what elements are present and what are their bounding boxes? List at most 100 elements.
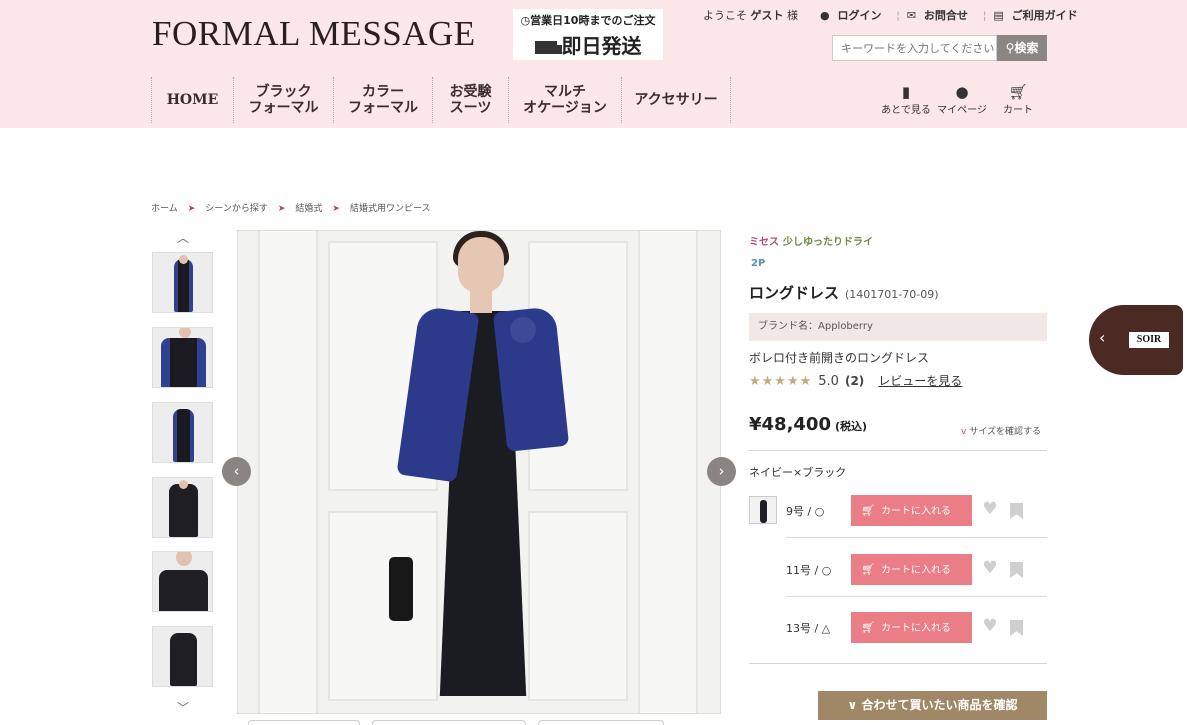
chevron-left-icon: ‹: [233, 462, 240, 480]
shipping-main: 即日発送: [561, 34, 642, 58]
tag-misses: ミセス: [749, 237, 779, 248]
cart-icon: 🛒︎: [1008, 83, 1028, 101]
product-code: (1401701-70-09): [845, 288, 939, 301]
nav-exam-suits[interactable]: お受験 スーツ: [432, 77, 508, 123]
size-label: 13号 / △: [786, 622, 831, 635]
brand-name[interactable]: ブランド名：Apploberry: [749, 313, 1047, 341]
search-button[interactable]: ⚲検索: [997, 35, 1047, 61]
product-tags: ミセス 少しゆったりドライ: [749, 233, 873, 248]
side-banner-tab[interactable]: ‹ SOIR: [1089, 305, 1183, 375]
cart-button[interactable]: 🛒︎ カート: [990, 83, 1046, 116]
breadcrumb-wedding[interactable]: 結婚式: [295, 204, 322, 214]
background-door-panel: [258, 231, 318, 713]
thumbnail-1[interactable]: [152, 252, 213, 313]
cart-icon: 🛒︎: [861, 621, 875, 634]
divider: [749, 663, 1047, 664]
add-to-cart-button[interactable]: 🛒︎ カートに入れる: [851, 612, 972, 643]
later-button[interactable]: ▮ あとで見る: [878, 83, 934, 116]
add-to-cart-button[interactable]: 🛒︎ カートに入れる: [851, 554, 972, 585]
nav-color-formal[interactable]: カラー フォーマル: [333, 77, 432, 123]
prev-image-button[interactable]: ‹: [222, 457, 251, 486]
color-name: ネイビー×ブラック: [749, 466, 847, 479]
divider: [786, 537, 1047, 538]
thumb-scroll-down-icon[interactable]: ﹀: [174, 699, 192, 715]
main-nav: HOME ブラック フォーマル カラー フォーマル お受験 スーツ マルチ オケ…: [151, 77, 731, 123]
favorite-heart-icon[interactable]: ♥: [981, 616, 999, 636]
breadcrumb-separator-icon: ➤: [187, 204, 196, 214]
price: ¥48,400 (税込): [749, 414, 868, 435]
breadcrumb: ホーム ➤ シーンから探す ➤ 結婚式 ➤ 結婚式用ワンピース: [151, 201, 431, 214]
guide-link[interactable]: ▤ ご利用ガイド: [993, 9, 1081, 22]
bottom-tab[interactable]: [372, 720, 526, 725]
soir-logo: SOIR: [1129, 332, 1169, 348]
mypage-button[interactable]: ● マイページ: [934, 83, 990, 116]
chevron-left-icon: ‹: [1099, 328, 1106, 347]
model-clutch-bag: [389, 557, 413, 621]
user-icon: ●: [820, 9, 830, 22]
shipping-note: 営業日10時までのご注文: [530, 14, 656, 27]
background-door-panel: [638, 231, 698, 713]
bottom-tab[interactable]: [538, 720, 664, 725]
search-input[interactable]: [832, 35, 997, 61]
size-check-link[interactable]: v サイズを確認する: [961, 424, 1041, 437]
chevron-down-icon: ∨: [847, 698, 862, 712]
rating-stars-icon: ★★★★★: [749, 374, 813, 389]
nav-black-formal[interactable]: ブラック フォーマル: [233, 77, 333, 123]
related-items-button[interactable]: ∨ 合わせて買いたい商品を確認: [818, 691, 1047, 720]
size-label: 11号 / ○: [786, 564, 832, 577]
tax-label: (税込): [834, 420, 868, 433]
tag-style: 少しゆったりドライ: [783, 237, 873, 248]
color-swatch[interactable]: [749, 496, 777, 524]
product-title: ロングドレス (1401701-70-09): [749, 284, 939, 302]
chevron-right-icon: ›: [718, 462, 725, 480]
tag-2p: 2P: [751, 258, 766, 269]
mail-icon: ✉: [906, 9, 917, 22]
contact-link[interactable]: ✉ お問合せ: [907, 9, 972, 22]
site-logo[interactable]: FORMAL MESSAGE: [152, 14, 476, 54]
truck-icon: [534, 41, 562, 54]
bookmark-icon[interactable]: [1010, 503, 1023, 519]
cart-icon: 🛒︎: [861, 504, 875, 517]
nav-home[interactable]: HOME: [151, 77, 233, 123]
divider: ¦: [896, 9, 901, 22]
thumbnail-5[interactable]: [152, 551, 213, 612]
model-face: [458, 237, 504, 293]
thumb-scroll-up-icon[interactable]: ︿: [174, 229, 192, 245]
product-main-image[interactable]: [237, 230, 721, 714]
nav-multi-occasion[interactable]: マルチ オケージョン: [508, 77, 621, 123]
product-description: ボレロ付き前開きのロングドレス: [749, 351, 930, 365]
breadcrumb-current: 結婚式用ワンピース: [349, 204, 431, 214]
next-image-button[interactable]: ›: [707, 457, 736, 486]
thumbnail-3[interactable]: [152, 402, 213, 463]
same-day-shipping-banner[interactable]: ◷営業日10時までのご注文 即日発送: [513, 9, 663, 60]
thumbnail-2[interactable]: [152, 327, 213, 388]
user-icon: ●: [955, 83, 969, 101]
welcome-text: ようこそ ゲスト 様: [703, 9, 798, 22]
clock-icon: ◷: [520, 14, 531, 27]
favorite-heart-icon[interactable]: ♥: [981, 558, 999, 578]
add-to-cart-button[interactable]: 🛒︎ カートに入れる: [851, 495, 972, 526]
user-name: ゲスト: [750, 9, 784, 22]
bookmark-icon[interactable]: [1010, 620, 1023, 636]
thumbnail-4[interactable]: [152, 477, 213, 538]
top-links: ● ログイン ¦ ✉ お問合せ ¦ ▤ ご利用ガイド: [820, 7, 1086, 23]
chevron-down-icon: v: [961, 427, 967, 437]
nav-accessory[interactable]: アクセサリー: [621, 77, 731, 123]
review-count: (2): [844, 374, 865, 388]
review-link[interactable]: レビューを見る: [878, 374, 962, 388]
login-link[interactable]: ● ログイン: [820, 9, 885, 22]
breadcrumb-scene[interactable]: シーンから探す: [205, 204, 268, 214]
favorite-heart-icon[interactable]: ♥: [981, 499, 999, 519]
divider: [749, 450, 1047, 451]
cart-icon: 🛒︎: [861, 563, 875, 576]
bookmark-icon: ▮: [901, 83, 911, 101]
header-icons: ▮ あとで見る ● マイページ 🛒︎ カート: [878, 83, 1046, 116]
divider: [786, 596, 1047, 597]
bookmark-icon[interactable]: [1010, 562, 1023, 578]
thumbnail-6[interactable]: [152, 626, 213, 687]
bottom-tab[interactable]: [248, 720, 360, 725]
divider: ¦: [982, 9, 987, 22]
breadcrumb-home[interactable]: ホーム: [151, 204, 178, 214]
rating-score: 5.0: [818, 374, 839, 389]
background-door-panel: [528, 511, 628, 701]
